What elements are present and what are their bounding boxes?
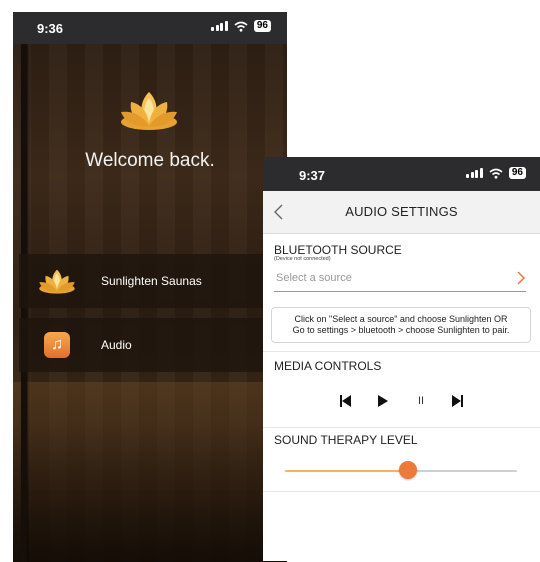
cellular-signal-icon [466,168,483,178]
audio-settings-screen: 9:37 96 AUDIO SETTINGS BLUETOOTH SOURCE … [263,157,540,561]
pause-button[interactable]: II [413,395,429,415]
sound-therapy-slider[interactable] [285,461,517,481]
next-track-icon[interactable] [450,391,466,411]
slider-fill [285,470,408,472]
battery-indicator: 96 [508,167,526,179]
sound-therapy-heading: SOUND THERAPY LEVEL [274,433,418,447]
section-divider [263,427,540,428]
media-controls-heading: MEDIA CONTROLS [274,359,382,373]
select-source-dropdown[interactable]: Select a source [274,267,526,292]
status-time: 9:37 [299,168,326,183]
bluetooth-source-heading: BLUETOOTH SOURCE [274,243,402,257]
status-time: 9:36 [37,21,64,36]
play-icon[interactable] [374,391,390,411]
select-source-placeholder: Select a source [276,272,352,284]
menu-item-sunlighten-saunas[interactable]: Sunlighten Saunas [19,254,287,308]
cellular-signal-icon [211,21,228,31]
bluetooth-status-text: (Device not connected) [274,256,331,262]
navigation-bar: AUDIO SETTINGS [263,191,540,234]
home-screen: 9:36 96 Welcome back. Sunlighten Saunas … [13,12,287,562]
wifi-icon [234,21,248,32]
menu-item-label: Sunlighten Saunas [101,274,202,288]
section-divider [263,351,540,352]
pairing-instructions-line-1: Click on "Select a source" and choose Su… [294,314,508,324]
page-title: AUDIO SETTINGS [345,204,458,219]
pairing-instructions-line-2: Go to settings > bluetooth > choose Sunl… [292,325,510,335]
menu-item-label: Audio [101,338,132,352]
pairing-instructions: Click on "Select a source" and choose Su… [271,307,531,343]
wifi-icon [489,168,503,179]
lotus-logo-icon [121,92,177,130]
music-note-icon: ♫ [44,332,70,358]
status-bar: 9:36 96 [13,12,287,44]
slider-thumb[interactable] [398,461,417,479]
sauna-floor-background [13,382,287,562]
section-divider [263,491,540,492]
status-bar: 9:37 96 [263,157,540,191]
battery-indicator: 96 [253,20,271,32]
welcome-heading: Welcome back. [85,150,215,171]
previous-track-icon[interactable] [337,391,353,411]
media-controls: II [263,391,540,413]
chevron-right-icon [517,271,526,285]
lotus-icon [39,269,75,294]
menu-item-audio[interactable]: ♫ Audio [19,318,287,372]
